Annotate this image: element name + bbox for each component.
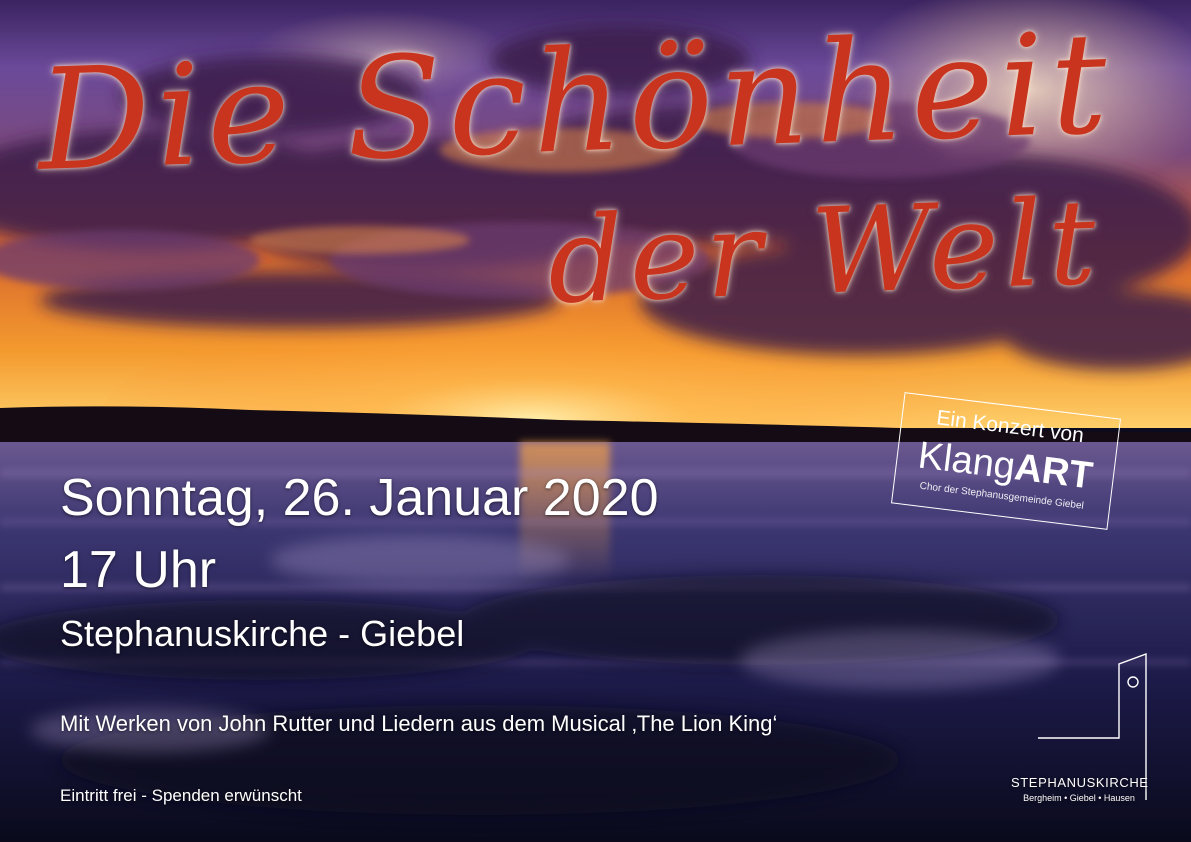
event-time: 17 Uhr: [60, 541, 217, 599]
event-date: Sonntag, 26. Januar 2020: [60, 469, 659, 527]
performer-name-part-2: ART: [1012, 446, 1095, 498]
event-program: Mit Werken von John Rutter und Liedern a…: [60, 711, 778, 736]
admission-note: Eintritt frei - Spenden erwünscht: [60, 786, 302, 805]
church-places: Bergheim • Giebel • Hausen: [1023, 793, 1135, 803]
poster-title-line-2: der Welt: [545, 172, 1105, 330]
poster-title-line-1: Die Schönheit: [35, 2, 1116, 203]
church-name: STEPHANUSKIRCHE: [1011, 775, 1149, 790]
concert-poster: Die Schönheit der Welt Sonntag, 26. Janu…: [0, 0, 1191, 842]
performer-name-part-1: Klang: [915, 434, 1018, 488]
event-venue: Stephanuskirche - Giebel: [60, 613, 465, 654]
